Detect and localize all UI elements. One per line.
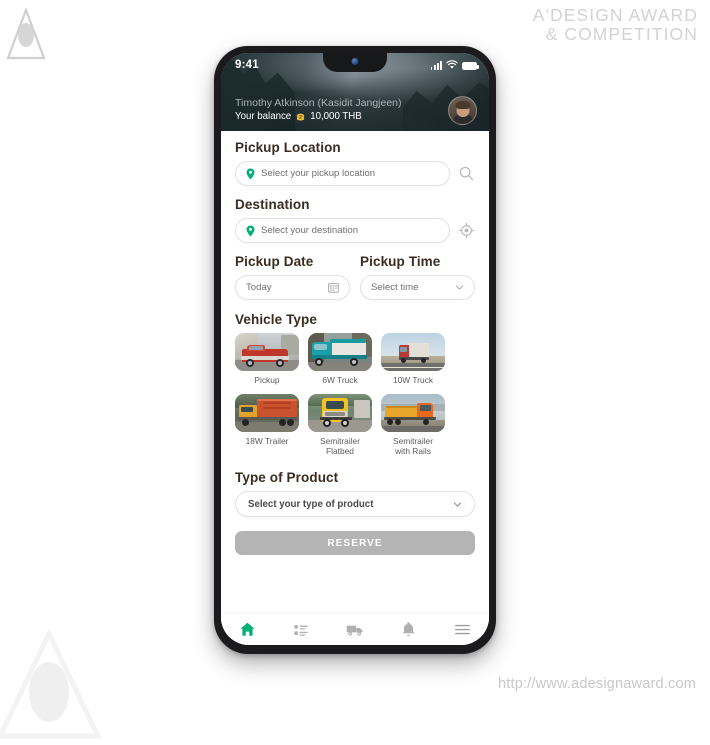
- user-balance-row: Your balance 10,000 THB: [235, 110, 448, 124]
- app-header-hero: 9:41 Timothy Atkinson (Kasidit Jangjeen)…: [221, 53, 489, 131]
- vehicle-option-6w-truck[interactable]: 6W Truck: [308, 333, 372, 385]
- date-time-row: Pickup Date Today Pickup Time Select tim…: [235, 254, 475, 300]
- type-of-product-value: Select your type of product: [248, 498, 374, 510]
- red-ten-wheel-truck-highway-photo: [381, 333, 445, 371]
- pickup-location-placeholder: Select your pickup location: [261, 168, 376, 179]
- current-location-icon[interactable]: [458, 222, 475, 239]
- destination-placeholder: Select your destination: [261, 225, 359, 236]
- vehicle-option-semitrailer-flatbed[interactable]: Semitrailer Flatbed: [308, 394, 372, 456]
- pickup-location-input[interactable]: Select your pickup location: [235, 161, 450, 186]
- pickup-time-value: Select time: [371, 282, 419, 293]
- chevron-down-icon: [453, 502, 462, 507]
- vehicle-option-semitrailer-with-rails[interactable]: Semitrailer with Rails: [381, 394, 445, 456]
- watermark-url: http://www.adesignaward.com: [497, 676, 696, 692]
- home-icon: [240, 622, 255, 636]
- vehicle-option-label-line1: Semitrailer: [392, 436, 434, 446]
- yellow-semitrailer-flatbed-photo: [308, 394, 372, 432]
- phone-screen: 9:41 Timothy Atkinson (Kasidit Jangjeen)…: [221, 53, 489, 645]
- pickup-date-input[interactable]: Today: [235, 275, 350, 300]
- coin-stack-icon: [297, 113, 305, 120]
- pickup-location-row: Select your pickup location: [235, 161, 475, 186]
- avatar-hair: [455, 100, 470, 109]
- user-name: Timothy Atkinson (Kasidit Jangjeen): [235, 97, 402, 109]
- nav-notifications-button[interactable]: [394, 619, 424, 641]
- watermark-title-line1: A'DESIGN AWARD: [532, 5, 698, 25]
- nav-menu-button[interactable]: [447, 619, 477, 641]
- reserve-button[interactable]: RESERVE: [235, 531, 475, 555]
- user-text-block: Timothy Atkinson (Kasidit Jangjeen) Your…: [235, 97, 448, 124]
- watermark-title: A'DESIGN AWARD & COMPETITION: [533, 6, 698, 44]
- vehicle-option-label: Pickup: [254, 375, 280, 385]
- bottom-navigation-bar: [221, 614, 489, 645]
- vehicle-option-label: Semitrailer with Rails: [381, 436, 445, 456]
- search-icon[interactable]: [458, 165, 475, 182]
- vehicle-option-label: Semitrailer Flatbed: [308, 436, 372, 456]
- pickup-time-select[interactable]: Select time: [360, 275, 475, 300]
- vehicle-type-label: Vehicle Type: [235, 312, 317, 327]
- pickup-time-label: Pickup Time: [360, 254, 441, 269]
- user-summary-row: Timothy Atkinson (Kasidit Jangjeen) Your…: [221, 96, 489, 125]
- pickup-location-label: Pickup Location: [235, 140, 341, 155]
- vehicle-option-label: 10W Truck: [392, 375, 434, 385]
- vehicle-option-pickup[interactable]: Pickup: [235, 333, 299, 385]
- type-of-product-select[interactable]: Select your type of product: [235, 491, 475, 517]
- main-content: Pickup Location Select your pickup locat…: [221, 131, 489, 645]
- pickup-date-value: Today: [246, 282, 272, 293]
- nav-shipments-button[interactable]: [340, 619, 370, 641]
- pickup-date-label: Pickup Date: [235, 254, 314, 269]
- watermark-title-line2: & COMPETITION: [545, 24, 698, 44]
- bell-icon: [402, 622, 415, 636]
- nav-home-button[interactable]: [233, 619, 263, 641]
- truck-icon: [346, 625, 363, 635]
- vehicle-option-label: 18W Trailer: [245, 436, 289, 446]
- avatar[interactable]: [448, 96, 477, 125]
- destination-input[interactable]: Select your destination: [235, 218, 450, 243]
- vehicle-option-label-line1: Semitrailer: [319, 436, 361, 446]
- red-pickup-truck-photo: [235, 333, 299, 371]
- a-design-award-logo-bottom-left: [0, 628, 104, 740]
- type-of-product-label: Type of Product: [235, 470, 339, 485]
- nav-orders-button[interactable]: [286, 619, 316, 641]
- map-pin-icon: [246, 225, 255, 236]
- battery-full-icon: [462, 62, 479, 70]
- balance-value: 10,000 THB: [310, 111, 362, 122]
- map-pin-icon: [246, 168, 255, 179]
- status-bar-clock: 9:41: [235, 59, 259, 71]
- balance-label: Your balance: [235, 111, 292, 122]
- phone-frame: 9:41 Timothy Atkinson (Kasidit Jangjeen)…: [214, 46, 496, 654]
- vehicle-option-label: 6W Truck: [322, 375, 358, 385]
- a-design-award-logo-top-left: [4, 6, 48, 60]
- vehicle-type-grid: Pickup 6W Truck 10W Truck 18W Trailer Se…: [235, 333, 475, 456]
- chevron-down-icon: [455, 285, 464, 290]
- destination-label: Destination: [235, 197, 310, 212]
- list-icon: [294, 624, 309, 636]
- orange-container-trailer-photo: [235, 394, 299, 432]
- pickup-date-col: Pickup Date Today: [235, 254, 350, 300]
- form-container: Pickup Location Select your pickup locat…: [221, 131, 489, 555]
- cellular-signal-icon: [430, 61, 442, 70]
- vehicle-option-label-line2: Flatbed: [326, 446, 354, 456]
- vehicle-option-10w-truck[interactable]: 10W Truck: [381, 333, 445, 385]
- yellow-semitrailer-with-rails-photo: [381, 394, 445, 432]
- teal-six-wheel-truck-photo: [308, 333, 372, 371]
- hamburger-menu-icon: [454, 624, 470, 635]
- destination-row: Select your destination: [235, 218, 475, 243]
- status-bar-icons: [430, 60, 479, 70]
- calendar-icon: [328, 283, 339, 293]
- front-camera-icon: [351, 58, 359, 65]
- vehicle-option-label-line2: with Rails: [395, 446, 431, 456]
- pickup-time-col: Pickup Time Select time: [360, 254, 475, 300]
- vehicle-option-18w-trailer[interactable]: 18W Trailer: [235, 394, 299, 456]
- wifi-icon: [446, 60, 458, 69]
